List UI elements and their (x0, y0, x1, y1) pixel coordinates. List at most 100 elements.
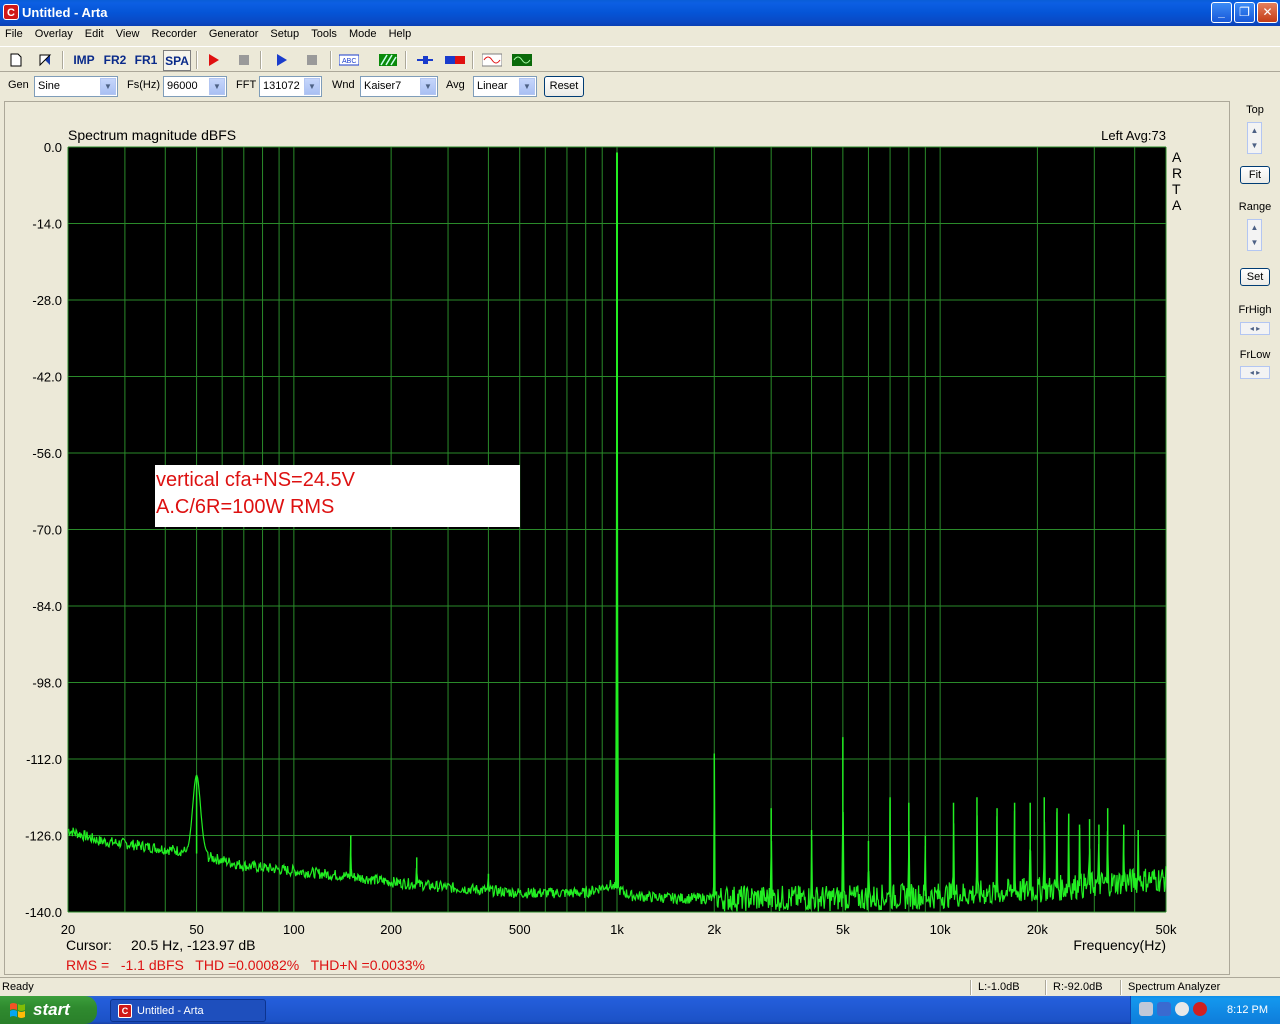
taskbar-item-label: Untitled - Arta (137, 1005, 204, 1017)
open-file-icon[interactable] (33, 50, 56, 71)
gen-value: Sine (38, 80, 61, 92)
frhigh-label: FrHigh (1238, 304, 1272, 316)
x-tick-label: 200 (380, 922, 402, 937)
y-tick-label: -98.0 (32, 676, 62, 691)
fr2-label: FR2 (103, 53, 127, 67)
network-icon[interactable] (1139, 1002, 1153, 1016)
menu-mode[interactable]: Mode (344, 26, 381, 40)
controls-toolbar: Gen Sine ▼ Fs(Hz) 96000 ▼ FFT 131072 ▼ Wnd … (0, 73, 1280, 99)
reset-button[interactable]: Reset (544, 76, 584, 97)
top-spinner[interactable]: ▲ ▼ (1247, 122, 1262, 154)
menu-setup[interactable]: Setup (265, 26, 303, 40)
spa-mode-button[interactable]: SPA (163, 50, 191, 71)
sine-wave-icon[interactable] (480, 50, 503, 71)
minimize-button[interactable]: _ (1211, 2, 1232, 23)
wnd-label: Wnd (332, 79, 355, 91)
frlow-label: FrLow (1239, 349, 1271, 361)
fr1-label: FR1 (134, 53, 158, 67)
set-button[interactable]: Set (1240, 268, 1270, 286)
slider-icon[interactable] (413, 50, 436, 71)
fs-select[interactable]: 96000 ▼ (163, 76, 227, 97)
imp-label: IMP (73, 53, 95, 67)
range-label: Range (1238, 201, 1272, 213)
green-stripes-icon[interactable] (376, 50, 399, 71)
gen-select[interactable]: Sine ▼ (34, 76, 118, 97)
arta-app-icon: C (118, 1004, 132, 1018)
abc-icon[interactable]: ABC (337, 50, 360, 71)
range-spinner[interactable]: ▲ ▼ (1247, 219, 1262, 251)
status-right-level: R:-92.0dB (1053, 981, 1103, 993)
x-tick-label: 10k (930, 922, 951, 937)
x-tick-label: 100 (283, 922, 305, 937)
svg-text:ABC: ABC (342, 58, 356, 65)
wnd-select[interactable]: Kaiser7 ▼ (360, 76, 438, 97)
fr2-mode-button[interactable]: FR2 (102, 50, 128, 71)
menu-file[interactable]: File (0, 26, 27, 40)
y-tick-label: -140.0 (25, 905, 62, 920)
annotation-line1: vertical cfa+NS=24.5V (156, 469, 356, 491)
record-stop-icon[interactable] (232, 50, 255, 71)
menu-generator[interactable]: Generator (204, 26, 263, 40)
new-file-icon[interactable] (4, 50, 27, 71)
speaker-icon[interactable] (1157, 1002, 1171, 1016)
stats-line: RMS = -1.1 dBFS THD =0.00082% THD+N =0.0… (66, 957, 425, 973)
x-tick-label: 1k (610, 922, 624, 937)
chevron-down-icon: ▼ (304, 78, 320, 95)
scope-icon[interactable] (510, 50, 533, 71)
arta-app-icon[interactable]: C (3, 4, 19, 20)
chevron-down-icon: ▼ (519, 78, 535, 95)
x-tick-label: 50 (189, 922, 203, 937)
x-tick-label: 50k (1156, 922, 1177, 937)
record-play-icon[interactable] (202, 50, 225, 71)
taskbar-item-arta[interactable]: C Untitled - Arta (110, 999, 266, 1022)
main-toolbar: IMP FR2 FR1 SPA ABC (0, 46, 1280, 72)
imp-mode-button[interactable]: IMP (70, 50, 98, 71)
menu-overlay[interactable]: Overlay (30, 26, 77, 40)
gen-label: Gen (8, 79, 29, 91)
top-label: Top (1246, 104, 1264, 116)
spa-label: SPA (165, 54, 189, 68)
watermark-r: R (1172, 165, 1182, 181)
start-button[interactable]: start (0, 996, 97, 1024)
start-label: start (33, 1000, 70, 1019)
frlow-spinner[interactable]: ◂ ▸ (1240, 366, 1270, 379)
y-tick-label: -126.0 (25, 829, 62, 844)
y-tick-label: -42.0 (32, 370, 62, 385)
antivirus-icon[interactable] (1193, 1002, 1207, 1016)
avg-value: Linear (477, 80, 508, 92)
menu-view[interactable]: View (111, 26, 144, 40)
stop-icon[interactable] (300, 50, 323, 71)
play-icon[interactable] (270, 50, 293, 71)
close-button[interactable]: ✕ (1257, 2, 1278, 23)
menu-recorder[interactable]: Recorder (147, 26, 201, 40)
menu-edit[interactable]: Edit (80, 26, 108, 40)
windows-logo-icon (10, 1003, 25, 1018)
x-tick-label: 20 (61, 922, 75, 937)
right-panel: Top ▲ ▼ Fit Range ▲ ▼ Set FrHigh ◂ ▸ FrLow… (1232, 101, 1280, 975)
x-axis-label: Frequency(Hz) (1073, 937, 1166, 953)
fft-label: FFT (236, 79, 257, 91)
x-tick-label: 500 (509, 922, 531, 937)
fs-value: 96000 (167, 80, 198, 92)
cursor-value: 20.5 Hz, -123.97 dB (131, 937, 256, 953)
x-tick-label: 2k (707, 922, 721, 937)
status-bar: Ready L:-1.0dB R:-92.0dB Spectrum Analyz… (0, 977, 1280, 996)
menu-help[interactable]: Help (384, 26, 416, 40)
avg-select[interactable]: Linear ▼ (473, 76, 537, 97)
wnd-value: Kaiser7 (364, 80, 402, 92)
meter-icon[interactable] (443, 50, 466, 71)
status-ready: Ready (2, 981, 34, 993)
watermark-a2: A (1172, 197, 1182, 213)
spectrum-plot[interactable]: 0.0 -14.0 -28.0 -42.0 -56.0 -70.0 -84.0 -98.0 -1… (5, 102, 1229, 974)
menu-tools[interactable]: Tools (306, 26, 341, 40)
y-tick-label: -28.0 (32, 293, 62, 308)
fft-select[interactable]: 131072 ▼ (259, 76, 322, 97)
maximize-button[interactable]: ❐ (1234, 2, 1255, 23)
watermark-t: T (1172, 181, 1181, 197)
security-icon[interactable] (1175, 1002, 1189, 1016)
taskbar: start C Untitled - Arta 8:12 PM (0, 996, 1280, 1024)
fr1-mode-button[interactable]: FR1 (133, 50, 159, 71)
frhigh-spinner[interactable]: ◂ ▸ (1240, 322, 1270, 335)
fit-button[interactable]: Fit (1240, 166, 1270, 184)
chevron-down-icon: ▼ (420, 78, 436, 95)
